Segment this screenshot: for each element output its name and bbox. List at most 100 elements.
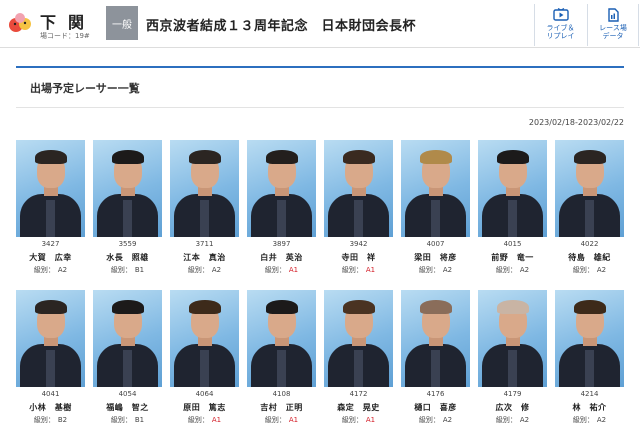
racer-class: 級別： A1 — [170, 415, 239, 425]
racer-card[interactable]: 3559 水長 照雄級別： B1 — [93, 140, 162, 288]
racer-reg-number: 3942 — [349, 240, 368, 248]
racer-name[interactable]: 樋口 喜彦 — [401, 402, 470, 412]
racer-class: 級別： A2 — [478, 265, 547, 275]
date-range: 2023/02/18-2023/02/22 — [528, 118, 624, 127]
racer-reg-number: 4108 — [272, 390, 291, 398]
racer-name[interactable]: 前野 竜一 — [478, 252, 547, 262]
racer-class: 級別： B1 — [93, 265, 162, 275]
racer-class-label: 級別： — [264, 416, 286, 424]
racer-card[interactable]: 3427 大賀 広幸級別： A2 — [16, 140, 85, 288]
racer-photo[interactable] — [170, 140, 239, 237]
racer-name[interactable]: 水長 照雄 — [93, 252, 162, 262]
racer-photo[interactable] — [478, 140, 547, 237]
racer-photo[interactable] — [247, 290, 316, 387]
racer-name[interactable]: 梁田 将彦 — [401, 252, 470, 262]
racer-class: 級別： A1 — [324, 265, 393, 275]
racer-name[interactable]: 小林 基樹 — [16, 402, 85, 412]
racer-class-label: 級別： — [572, 266, 594, 274]
racer-name[interactable]: 寺田 祥 — [324, 252, 393, 262]
racer-photo[interactable] — [93, 140, 162, 237]
racer-class-value: B2 — [57, 416, 68, 424]
racer-class-value: A2 — [596, 266, 607, 274]
racer-card[interactable]: 4054 福嶋 智之級別： B1 — [93, 290, 162, 433]
racer-reg-number: 4176 — [426, 390, 445, 398]
racer-class: 級別： B1 — [93, 415, 162, 425]
racer-name[interactable]: 待島 雄紀 — [555, 252, 624, 262]
racer-reg-number: 3711 — [195, 240, 214, 248]
racer-class: 級別： A2 — [401, 265, 470, 275]
racer-card[interactable]: 4007 梁田 将彦級別： A2 — [401, 140, 470, 288]
racer-class-value: A2 — [519, 266, 530, 274]
race-title: 西京波者結成１３周年記念 日本財団会長杯 — [146, 19, 417, 34]
racer-photo[interactable] — [16, 290, 85, 387]
racer-card[interactable]: 4214 林 祐介 級別： A2 — [555, 290, 624, 433]
racer-class: 級別： B2 — [16, 415, 85, 425]
racer-class-label: 級別： — [418, 266, 440, 274]
stadium-data-button[interactable]: レース場 データ — [587, 4, 639, 46]
racer-name[interactable]: 林 祐介 — [555, 402, 624, 412]
racer-photo[interactable] — [93, 290, 162, 387]
racer-class-label: 級別： — [264, 266, 286, 274]
racer-name[interactable]: 大賀 広幸 — [16, 252, 85, 262]
racer-card[interactable]: 4176 樋口 喜彦級別： A2 — [401, 290, 470, 433]
racer-reg-number: 4172 — [349, 390, 368, 398]
racer-class-label: 級別： — [341, 266, 363, 274]
racer-card[interactable]: 4015 前野 竜一級別： A2 — [478, 140, 547, 288]
racer-photo[interactable] — [324, 140, 393, 237]
racer-card[interactable]: 3942 寺田 祥級別： A1 — [324, 140, 393, 288]
racer-photo[interactable] — [247, 140, 316, 237]
site-header: 下関 場コード：19# 一般 西京波者結成１３周年記念 日本財団会長杯 ライブ＆… — [0, 0, 640, 48]
racer-reg-number: 4041 — [41, 390, 60, 398]
racer-class: 級別： A1 — [247, 415, 316, 425]
racer-name[interactable]: 江本 真治 — [170, 252, 239, 262]
racer-class: 級別： A2 — [16, 265, 85, 275]
racer-photo[interactable] — [170, 290, 239, 387]
racer-class-label: 級別： — [418, 416, 440, 424]
racer-photo[interactable] — [555, 140, 624, 237]
racer-photo[interactable] — [401, 140, 470, 237]
racer-card[interactable]: 3711 江本 真治級別： A2 — [170, 140, 239, 288]
racer-photo[interactable] — [555, 290, 624, 387]
racer-class: 級別： A1 — [247, 265, 316, 275]
racer-name[interactable]: 福嶋 智之 — [93, 402, 162, 412]
venue-code: 場コード：19# — [40, 32, 90, 40]
racer-card[interactable]: 4022 待島 雄紀 級別： A2 — [555, 140, 624, 288]
racer-card[interactable]: 4172 森定 晃史級別： A1 — [324, 290, 393, 433]
racer-photo[interactable] — [324, 290, 393, 387]
racer-class-value: A2 — [442, 266, 453, 274]
racer-reg-number: 4007 — [426, 240, 445, 248]
racer-class-value: A2 — [57, 266, 68, 274]
racer-class-label: 級別： — [110, 416, 132, 424]
racer-class-value: A1 — [365, 416, 376, 424]
racer-class-value: A2 — [211, 266, 222, 274]
racer-class-label: 級別： — [495, 266, 517, 274]
racer-reg-number: 4054 — [118, 390, 137, 398]
racer-class: 級別： A1 — [324, 415, 393, 425]
racer-card[interactable]: 4179 広次 修級別： A2 — [478, 290, 547, 433]
racer-reg-number: 3427 — [41, 240, 60, 248]
live-replay-button[interactable]: ライブ＆ リプレイ — [534, 4, 586, 46]
racer-name[interactable]: 原田 篤志 — [170, 402, 239, 412]
racer-class-label: 級別： — [110, 266, 132, 274]
stadium-data-label: レース場 データ — [599, 24, 627, 40]
racer-name[interactable]: 白井 英治 — [247, 252, 316, 262]
racer-class-value: A2 — [442, 416, 453, 424]
racer-name[interactable]: 森定 晃史 — [324, 402, 393, 412]
racer-class: 級別： A2 — [170, 265, 239, 275]
racer-photo[interactable] — [16, 140, 85, 237]
racer-reg-number: 4015 — [503, 240, 522, 248]
venue-logo-icon — [9, 13, 31, 32]
racer-card[interactable]: 4064 原田 篤志 級別： A1 — [170, 290, 239, 433]
racer-card[interactable]: 4108 吉村 正明級別： A1 — [247, 290, 316, 433]
racer-name[interactable]: 広次 修 — [478, 402, 547, 412]
racer-class-value: A1 — [211, 416, 222, 424]
racer-name[interactable]: 吉村 正明 — [247, 402, 316, 412]
panel-title: 出場予定レーサー一覧 — [30, 82, 140, 95]
racer-card[interactable]: 3897 白井 英治 級別： A1 — [247, 140, 316, 288]
racer-class-value: B1 — [134, 416, 145, 424]
racer-class-value: A2 — [596, 416, 607, 424]
racer-reg-number: 3559 — [118, 240, 137, 248]
racer-photo[interactable] — [478, 290, 547, 387]
racer-card[interactable]: 4041 小林 基樹級別： B2 — [16, 290, 85, 433]
racer-photo[interactable] — [401, 290, 470, 387]
